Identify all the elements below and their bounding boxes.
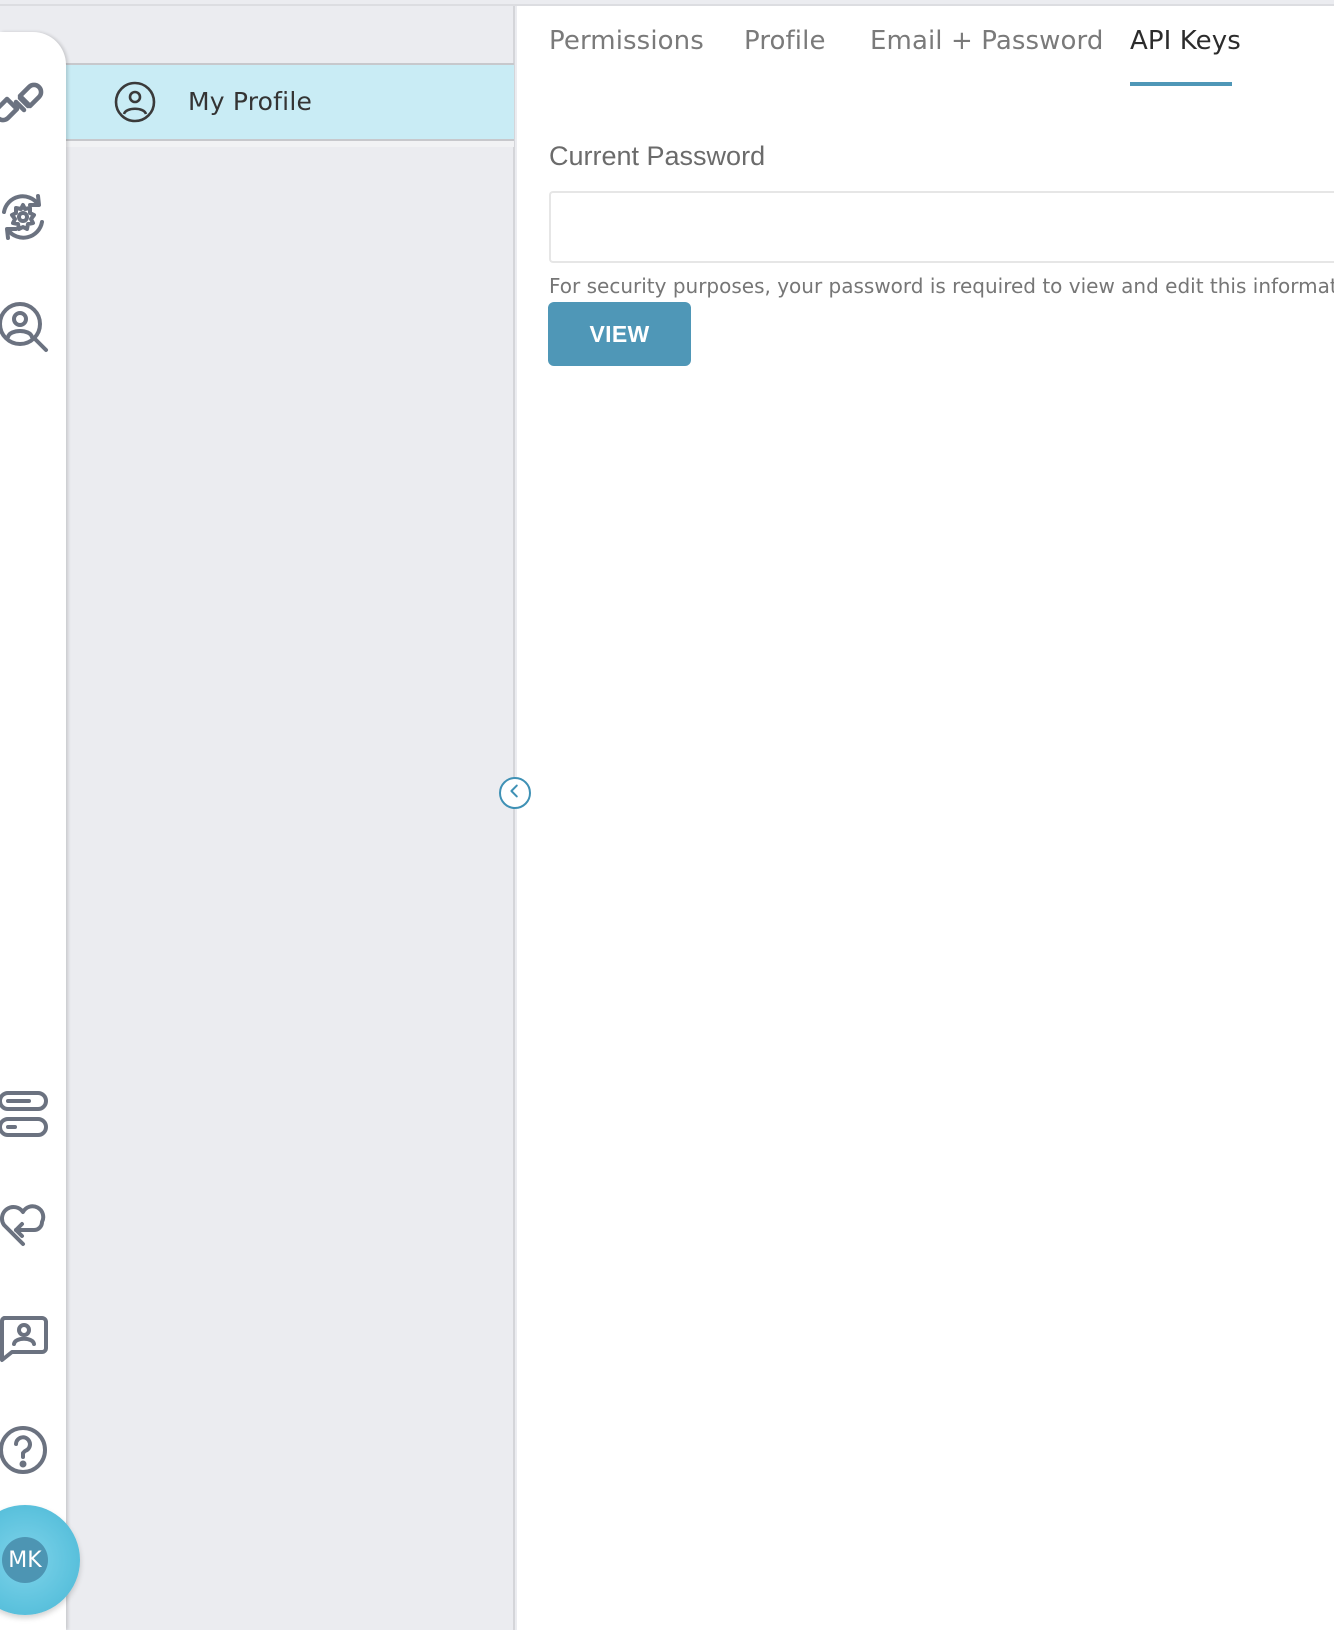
chevron-left-icon <box>506 782 524 804</box>
user-circle-icon <box>114 81 156 123</box>
active-tab-indicator <box>1130 82 1232 86</box>
help-icon[interactable] <box>0 1423 50 1477</box>
link-icon[interactable] <box>0 76 50 130</box>
collapse-sidebar-button[interactable] <box>499 777 531 809</box>
toggles-icon[interactable] <box>0 1087 50 1141</box>
main-panel: Permissions Profile Email + Password API… <box>517 6 1334 1630</box>
current-password-label: Current Password <box>549 141 766 171</box>
nav-item-shadow <box>60 141 514 147</box>
user-search-icon[interactable] <box>0 300 50 354</box>
view-button[interactable]: VIEW <box>548 302 691 366</box>
heart-return-icon[interactable] <box>0 1198 50 1252</box>
tab-bar: Permissions Profile Email + Password API… <box>517 6 1334 96</box>
avatar[interactable]: MK <box>2 1537 48 1583</box>
page: My Profile MK Permissions Profile Email … <box>0 0 1334 1630</box>
gear-sync-icon[interactable] <box>0 190 50 244</box>
icon-rail <box>0 32 66 1630</box>
sidebar-item-my-profile[interactable]: My Profile <box>60 63 514 141</box>
tab-profile[interactable]: Profile <box>744 26 826 56</box>
current-password-input[interactable] <box>549 191 1334 263</box>
sidebar-item-label: My Profile <box>188 87 313 116</box>
password-helper-text: For security purposes, your password is … <box>549 274 1334 298</box>
tab-api-keys[interactable]: API Keys <box>1130 26 1241 56</box>
tab-permissions[interactable]: Permissions <box>549 26 704 56</box>
secondary-sidebar <box>0 6 515 1630</box>
contact-chat-icon[interactable] <box>0 1310 50 1364</box>
tab-email-password[interactable]: Email + Password <box>870 26 1104 56</box>
avatar-initials: MK <box>8 1547 42 1573</box>
